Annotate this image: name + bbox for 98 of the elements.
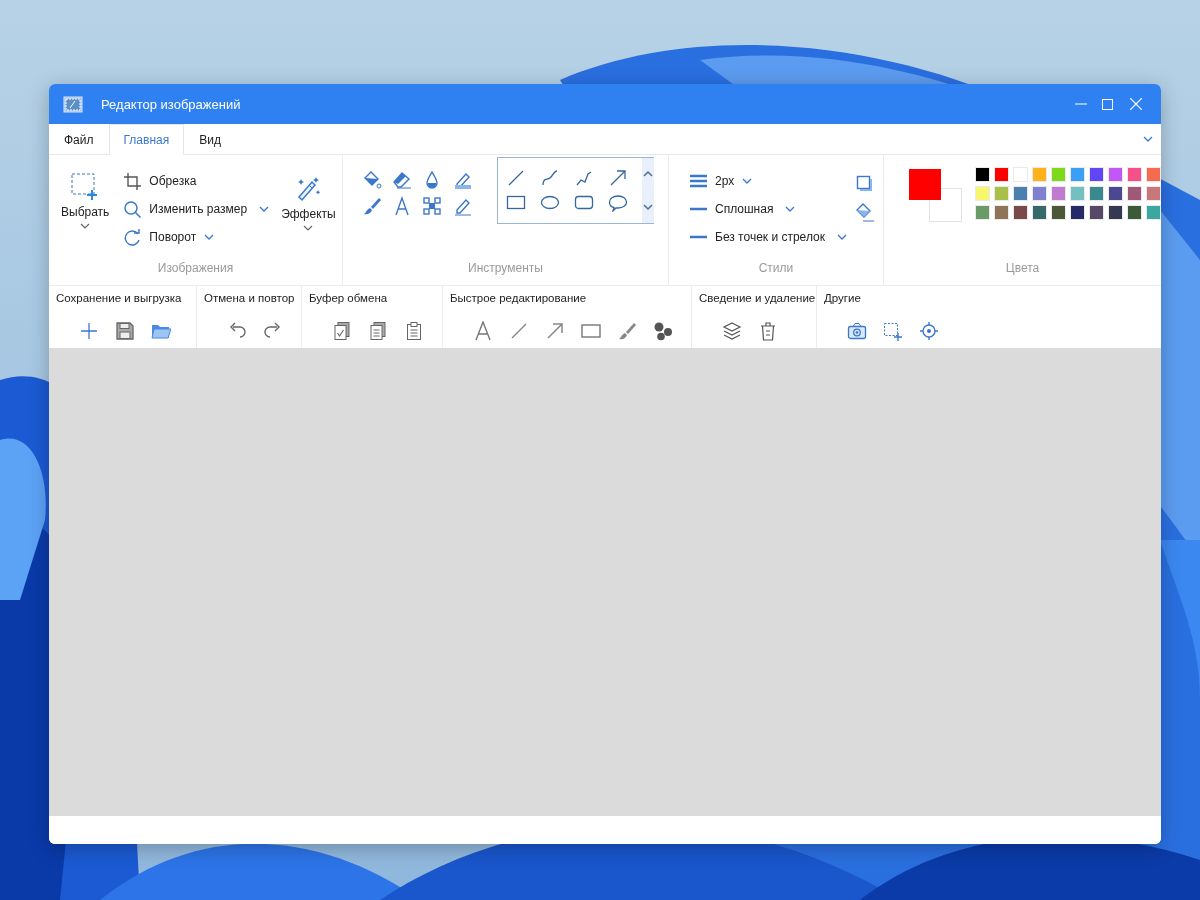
minimize-icon <box>1074 103 1087 105</box>
group-label: Сохранение и выгрузка <box>56 291 183 306</box>
color-swatch[interactable] <box>1089 205 1104 220</box>
copy-check-icon <box>332 321 352 341</box>
target-icon <box>919 321 939 341</box>
collapse-ribbon-button[interactable] <box>1143 135 1153 143</box>
trash-icon <box>758 321 778 341</box>
clipboard-icon <box>404 321 424 341</box>
pen-icon <box>452 196 472 216</box>
arrow-shape-icon <box>608 168 628 188</box>
select-button[interactable]: Выбрать <box>61 155 110 261</box>
line-icon <box>509 321 529 341</box>
chevron-down-icon <box>785 205 796 213</box>
color-swatch[interactable] <box>1127 205 1142 220</box>
color-swatch[interactable] <box>975 167 990 182</box>
color-swatch[interactable] <box>1146 167 1161 182</box>
text-tool-icon <box>392 196 412 216</box>
group-label: Отмена и повтор <box>204 291 296 306</box>
ribbon-tab[interactable]: Файл <box>49 124 109 154</box>
rectangle-icon <box>581 321 601 341</box>
primary-color[interactable] <box>909 169 941 200</box>
chevron-down-icon <box>80 223 91 230</box>
chevron-down-icon <box>642 202 654 211</box>
speech-bubble-shape-icon <box>608 192 628 212</box>
brush-icon <box>617 321 637 341</box>
group-label: Изображения <box>156 261 235 277</box>
maximize-icon <box>1102 98 1113 110</box>
color-swatch[interactable] <box>1089 186 1104 201</box>
close-icon <box>1130 98 1142 110</box>
arrow-icon <box>545 321 565 341</box>
color-swatch[interactable] <box>1032 186 1047 201</box>
fill-bucket-icon <box>362 170 382 190</box>
chevron-down-icon <box>836 233 847 241</box>
color-swatch[interactable] <box>994 205 1009 220</box>
color-swatch[interactable] <box>1032 167 1047 182</box>
chevron-up-icon <box>642 170 654 179</box>
group-label: Сведение и удаление <box>699 291 816 306</box>
color-swatch[interactable] <box>1108 205 1123 220</box>
ribbon-tab[interactable]: Вид <box>184 124 236 154</box>
window-title: Редактор изображений <box>101 96 241 112</box>
outline-square-icon <box>855 174 873 192</box>
color-swatch[interactable] <box>1070 186 1085 201</box>
rotate-button[interactable]: Поворот <box>121 226 272 248</box>
color-swatch[interactable] <box>994 167 1009 182</box>
color-swatch[interactable] <box>1089 167 1104 182</box>
brush-icon <box>362 196 382 216</box>
magnifier-icon <box>123 200 142 218</box>
color-swatch[interactable] <box>1146 186 1161 201</box>
app-icon <box>63 95 83 113</box>
rotate-icon <box>123 228 142 246</box>
select-add-icon <box>883 321 903 341</box>
crop-icon <box>123 172 142 190</box>
group-label: Быстрое редактирование <box>450 291 588 306</box>
chevron-down-icon <box>204 233 215 241</box>
color-swatch[interactable] <box>1051 186 1066 201</box>
size-dropdown[interactable]: 2px <box>687 170 849 192</box>
crop-button[interactable]: Обрезка <box>121 170 272 192</box>
color-swatch[interactable] <box>1051 205 1066 220</box>
color-swatch[interactable] <box>1013 205 1028 220</box>
group-label: Цвета <box>1004 261 1041 277</box>
color-swatch[interactable] <box>1127 167 1142 182</box>
text-tool-icon <box>473 321 493 341</box>
layers-icon <box>722 321 742 341</box>
color-swatch[interactable] <box>1013 186 1028 201</box>
group-label: Стили <box>757 261 795 277</box>
line-width-icon <box>689 173 707 189</box>
chevron-down-icon <box>742 177 753 185</box>
curve-shape-icon <box>540 168 560 188</box>
group-label: Буфер обмена <box>309 291 389 306</box>
outline-dropdown[interactable]: Сплошная <box>687 198 849 220</box>
numbered-dots-icon <box>653 321 673 341</box>
chevron-down-icon <box>259 205 270 213</box>
color-swatch[interactable] <box>1146 205 1161 220</box>
line-shape-icon <box>506 168 526 188</box>
color-swatch[interactable] <box>1051 167 1066 182</box>
color-swatch[interactable] <box>1127 186 1142 201</box>
color-swatch[interactable] <box>1070 167 1085 182</box>
color-swatch[interactable] <box>975 205 990 220</box>
line-ends-dropdown[interactable]: Без точек и стрелок <box>687 226 849 248</box>
color-swatch[interactable] <box>1108 167 1123 182</box>
ribbon-tab[interactable]: Главная <box>108 124 185 155</box>
eraser-icon <box>392 170 412 190</box>
grid-select-icon <box>422 196 442 216</box>
group-label: Инструменты <box>467 261 544 277</box>
copy-icon <box>368 321 388 341</box>
color-swatch[interactable] <box>1032 205 1047 220</box>
resize-button[interactable]: Изменить размер <box>121 198 272 220</box>
color-swatch[interactable] <box>1108 186 1123 201</box>
color-swatch[interactable] <box>975 186 990 201</box>
group-label: Другие <box>824 291 862 306</box>
chevron-down-icon <box>303 225 314 232</box>
camera-icon <box>847 321 867 341</box>
plus-icon <box>79 321 99 341</box>
highlighter-icon <box>452 170 472 190</box>
chevron-down-icon <box>1143 135 1153 143</box>
effects-button[interactable]: Эффекты <box>281 155 336 261</box>
color-swatch[interactable] <box>994 186 1009 201</box>
color-swatch[interactable] <box>1070 205 1085 220</box>
